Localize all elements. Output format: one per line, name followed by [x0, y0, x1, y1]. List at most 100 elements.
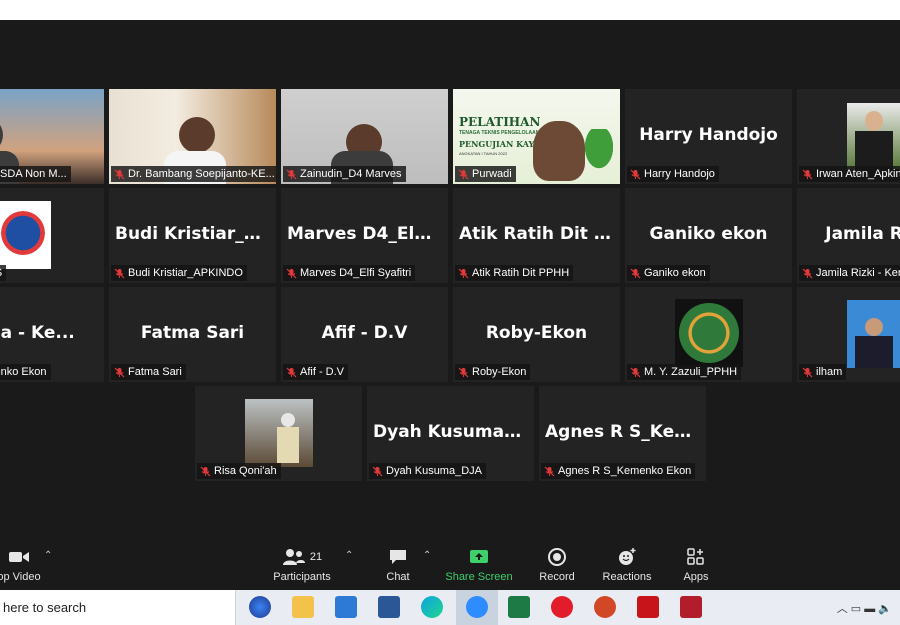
mail-icon[interactable]: [335, 596, 357, 618]
participant-tile[interactable]: Jamila Rizki Jamila Rizki - Ken: [797, 188, 900, 283]
muted-mic-icon: [630, 268, 641, 279]
participant-tile[interactable]: usna - Ke... a - Kemenko Ekon: [0, 287, 104, 382]
participants-options-caret[interactable]: ⌃: [345, 550, 353, 561]
participant-tile[interactable]: Dyah Kusuma_... Dyah Kusuma_DJA: [367, 386, 534, 481]
participant-name: Atik Ratih Dit PPHH: [472, 267, 570, 279]
participant-name: Zainudin_D4 Marves: [300, 168, 402, 180]
participant-name: Roby-Ekon: [472, 366, 527, 378]
participant-tile[interactable]: Harry Handojo Harry Handojo: [625, 89, 792, 184]
participant-name-label: Jamila Rizki - Ken: [799, 265, 900, 281]
apps-button[interactable]: Apps: [661, 546, 731, 583]
participant-name: Harry Handojo: [644, 168, 715, 180]
participant-tile[interactable]: Dr. Bambang Soepijanto-KE...: [109, 89, 276, 184]
file-explorer-icon[interactable]: [292, 596, 314, 618]
participant-tile[interactable]: Afif - D.V Afif - D.V: [281, 287, 448, 382]
edge-icon[interactable]: [421, 596, 443, 618]
participant-name-label: Dr. Bambang Soepijanto-KE...: [111, 166, 276, 182]
participants-button[interactable]: 21 Participants: [267, 546, 337, 583]
muted-mic-icon: [200, 466, 211, 477]
participant-name: ilham: [816, 366, 843, 378]
participant-name: Jamila Rizki - Ken: [816, 267, 900, 279]
app-red-icon[interactable]: [680, 596, 702, 618]
participant-name: Budi Kristiar_APKINDO: [128, 267, 243, 279]
reactions-button[interactable]: Reactions: [592, 546, 662, 583]
apps-icon: [661, 546, 731, 568]
participant-tile[interactable]: ng_Pen. SDA Non M...: [0, 89, 104, 184]
participant-name: Marves D4_Elfi Syafitri: [300, 267, 412, 279]
participant-tile[interactable]: Zainudin_D4 Marves: [281, 89, 448, 184]
slide-title: PELATIHAN: [459, 115, 541, 129]
participant-display-name: Dyah Kusuma_...: [373, 422, 532, 442]
participant-display-name: Fatma Sari: [140, 323, 245, 343]
participant-name-label: Roby-Ekon: [455, 364, 531, 380]
tray-network-icon[interactable]: ▭: [851, 603, 861, 615]
edge-legacy-icon[interactable]: [249, 596, 271, 618]
participant-name: MARVES: [0, 267, 2, 279]
excel-icon[interactable]: [508, 596, 530, 618]
participant-display-name: Budi Kristiar_A...: [115, 224, 276, 244]
participant-tile[interactable]: ilham: [797, 287, 900, 382]
participant-tile[interactable]: Roby-Ekon Roby-Ekon: [453, 287, 620, 382]
participant-name: Dr. Bambang Soepijanto-KE...: [128, 168, 275, 180]
participants-icon: 21: [267, 546, 337, 568]
zoom-icon[interactable]: [466, 596, 488, 618]
opera-icon[interactable]: [551, 596, 573, 618]
participant-display-name: Jamila Rizki: [825, 224, 900, 244]
participant-name-label: Irwan Aten_Apkin: [799, 166, 900, 182]
participant-tile[interactable]: Risa Qoni'ah: [195, 386, 362, 481]
tray-volume-icon[interactable]: 🔈: [878, 603, 892, 615]
participant-tile[interactable]: PELATIHAN TENAGA TEKNIS PENGELOLAAN PENGUJ…: [453, 89, 620, 184]
participant-tile[interactable]: Atik Ratih Dit P... Atik Ratih Dit PPHH: [453, 188, 620, 283]
participant-display-name: Harry Handojo: [639, 125, 778, 145]
record-button[interactable]: Record: [522, 546, 592, 583]
participant-name-label: Ganiko ekon: [627, 265, 710, 281]
meeting-toolbar: op Video ⌃ 21 Participants ⌃ Chat ⌃ Shar…: [0, 538, 900, 590]
chat-options-caret[interactable]: ⌃: [423, 550, 431, 561]
participant-name-label: Atik Ratih Dit PPHH: [455, 265, 574, 281]
word-icon[interactable]: [378, 596, 400, 618]
video-options-caret[interactable]: ⌃: [44, 550, 52, 561]
marves-logo: [0, 201, 51, 269]
presenter-face: [533, 121, 585, 181]
participant-name-label: Zainudin_D4 Marves: [283, 166, 406, 182]
record-label: Record: [539, 571, 575, 583]
participant-tile[interactable]: Agnes R S_Kem... Agnes R S_Kemenko Ekon: [539, 386, 706, 481]
participant-display-name: Agnes R S_Kem...: [545, 422, 706, 442]
muted-mic-icon: [286, 169, 297, 180]
participants-count: 21: [309, 551, 323, 563]
participant-display-name: Atik Ratih Dit P...: [459, 224, 620, 244]
participant-name-label: Afif - D.V: [283, 364, 349, 380]
participant-name-label: a - Kemenko Ekon: [0, 364, 51, 380]
participant-tile[interactable]: Irwan Aten_Apkin: [797, 89, 900, 184]
participant-name-label: Purwadi: [455, 166, 516, 182]
tray-chevron-icon[interactable]: ︿: [837, 603, 848, 615]
participant-tile[interactable]: M. Y. Zazuli_PPHH: [625, 287, 792, 382]
acrobat-icon[interactable]: [637, 596, 659, 618]
record-icon: [522, 546, 592, 568]
participant-tile[interactable]: Ganiko ekon Ganiko ekon: [625, 188, 792, 283]
share-screen-button[interactable]: Share Screen: [444, 546, 514, 583]
participant-name-label: Dyah Kusuma_DJA: [369, 463, 486, 479]
powerpoint-icon[interactable]: [594, 596, 616, 618]
participant-tile[interactable]: Marves D4_Elfi... Marves D4_Elfi Syafitri: [281, 188, 448, 283]
participant-tile[interactable]: Budi Kristiar_A... Budi Kristiar_APKINDO: [109, 188, 276, 283]
muted-mic-icon: [802, 268, 813, 279]
participant-name: Risa Qoni'ah: [214, 465, 277, 477]
tray-battery-icon[interactable]: ▬: [864, 603, 875, 615]
participant-name-label: Budi Kristiar_APKINDO: [111, 265, 247, 281]
share-screen-icon: [444, 546, 514, 568]
taskbar-search-box[interactable]: here to search: [0, 590, 236, 625]
participant-name-label: Marves D4_Elfi Syafitri: [283, 265, 416, 281]
smiley-plus-icon: [592, 546, 662, 568]
muted-mic-icon: [286, 268, 297, 279]
muted-mic-icon: [802, 367, 813, 378]
windows-taskbar: here to search ︿ ▭ ▬ 🔈: [0, 590, 900, 625]
participant-tile[interactable]: MARVES: [0, 188, 104, 283]
participant-head: [179, 117, 215, 153]
participant-name: M. Y. Zazuli_PPHH: [644, 366, 738, 378]
participant-name: Irwan Aten_Apkin: [816, 168, 900, 180]
participant-name-label: Fatma Sari: [111, 364, 186, 380]
participant-name: Dyah Kusuma_DJA: [386, 465, 482, 477]
participant-display-name: Ganiko ekon: [649, 224, 768, 244]
participant-tile[interactable]: Fatma Sari Fatma Sari: [109, 287, 276, 382]
